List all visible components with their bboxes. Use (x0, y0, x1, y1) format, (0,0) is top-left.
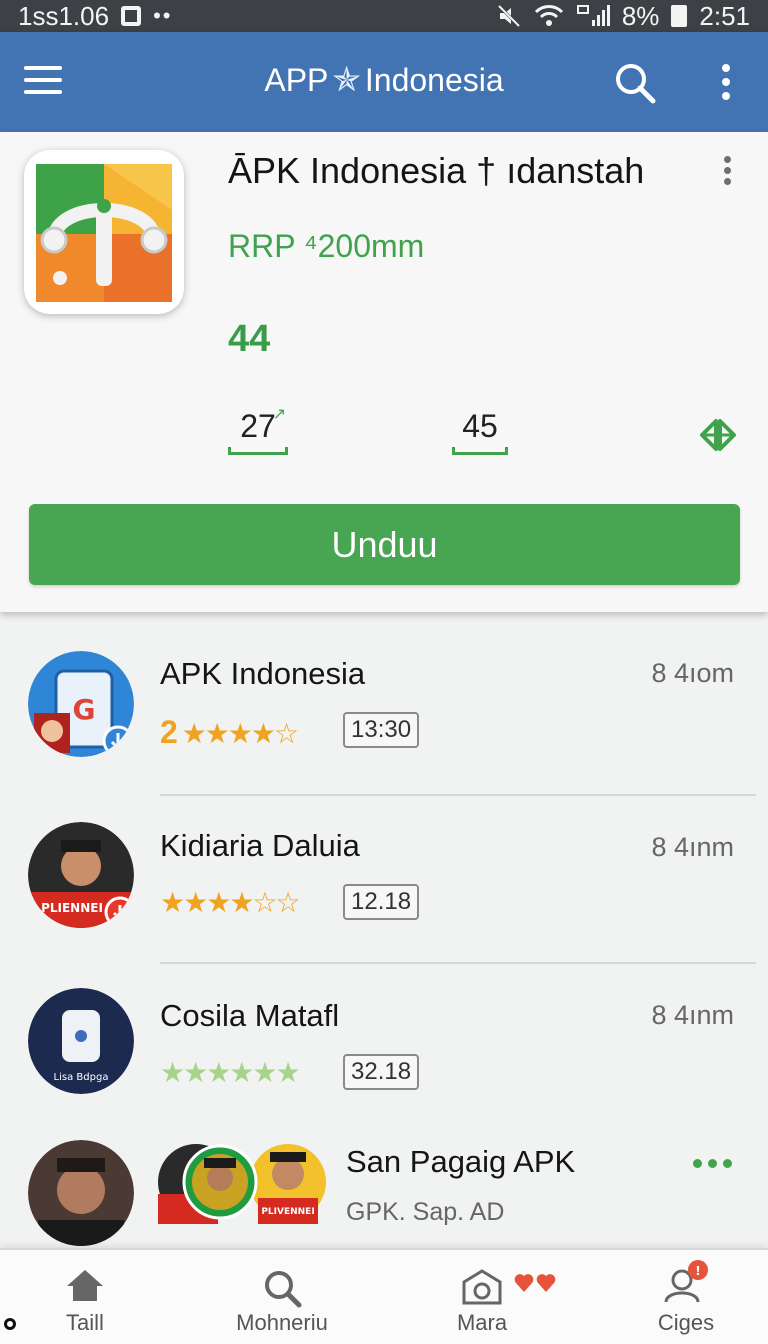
status-right: 8% 2:51 (496, 1, 750, 32)
rating-stars: ★★★★☆☆ (160, 886, 301, 919)
nav-label: Mara (456, 1310, 508, 1335)
svg-text:!: ! (695, 1264, 700, 1278)
bottom-nav: Taill Mohneriu Mara ! Ciges (0, 1248, 768, 1344)
featured-rating: 44 (228, 318, 271, 360)
featured-price: RRP ⁴200mm (228, 228, 425, 264)
star-icon: ★★★★★★ (160, 1057, 301, 1088)
app-time: 8 4ınm (651, 1000, 734, 1030)
camera-icon (462, 1269, 502, 1305)
time-badge: 32.18 (343, 1054, 420, 1090)
list-item[interactable]: PLIENNEI Kidiaria Daluia 8 4ınm ★★★★☆☆ 1… (0, 806, 768, 966)
list-item[interactable]: Lisa Bdpga Cosila Matafl 8 4ınm ★★★★★★ 3… (0, 974, 768, 1134)
nav-label: Taill (66, 1310, 104, 1335)
time-badge: 12.18 (343, 884, 420, 920)
featured-app-card: ĀPK Indonesia † ıdanstah RRP ⁴200mm 44 2… (0, 132, 768, 612)
stat-reviews: 45 (452, 408, 508, 455)
search-icon[interactable] (612, 60, 658, 106)
stat-value: 45 (462, 408, 498, 444)
app-time: 8 4ıom (651, 658, 734, 688)
list-item[interactable]: G APK Indonesia 8 4ıom 2 ★★★★☆ 13:30 (0, 636, 768, 796)
wifi-icon (534, 4, 564, 28)
corner-dot (4, 1318, 16, 1330)
battery-percent: 8% (621, 0, 660, 31)
status-text: 1ss1.06 (18, 0, 110, 31)
signal-icon (576, 4, 610, 28)
stat-underline (452, 447, 508, 455)
divider (160, 794, 756, 796)
divider (160, 962, 756, 964)
app-icon[interactable]: PLIENNEI (28, 822, 134, 928)
avatar-shirt-text: PLIENNEI (41, 901, 103, 915)
app-icon[interactable] (28, 1140, 134, 1246)
featured-app-title[interactable]: ĀPK Indonesia † ıdanstah (228, 150, 644, 192)
nav-search[interactable]: Mohneriu (230, 1250, 334, 1344)
nav-label: Ciges (657, 1310, 715, 1335)
app-name: Kidiaria Daluia (160, 828, 360, 863)
download-button[interactable]: Unduu (29, 504, 740, 585)
rating-stars: ★★★★★★ (160, 1056, 301, 1089)
home-icon (67, 1270, 103, 1301)
more-vert-icon[interactable] (708, 58, 744, 108)
star-half-icon: ★ (229, 887, 254, 918)
time-badge: 13:30 (343, 712, 420, 748)
star-logo-icon: ✯ (332, 61, 361, 99)
star-outline-icon: ☆☆ (252, 887, 300, 918)
featured-more-icon[interactable] (716, 154, 740, 190)
status-left: 1ss1.06 •• (18, 1, 172, 32)
avatar-group[interactable]: PLIVENNEI (158, 1142, 328, 1224)
nav-home[interactable]: Taill (40, 1250, 130, 1344)
svg-text:G: G (73, 693, 96, 726)
nav-profile[interactable]: ! Ciges (646, 1250, 726, 1344)
app-subtitle: GPK. Sap. AD (346, 1198, 505, 1226)
app-name: Cosila Matafl (160, 998, 340, 1033)
star-icon: ★★★ (160, 887, 231, 918)
app-name: APK Indonesia (160, 656, 366, 691)
nav-label: Mohneriu (236, 1310, 328, 1335)
app-title-left: APP (264, 61, 329, 98)
stat-downloads: 27 ↗ (228, 406, 288, 455)
star-half-icon: ★ (250, 718, 276, 749)
app-icon[interactable]: G (28, 651, 134, 757)
star-icon: ★★★ (181, 718, 253, 749)
app-icon[interactable]: Lisa Bdpga (28, 988, 134, 1094)
nav-camera[interactable]: Mara (440, 1250, 524, 1344)
trend-up-icon: ↗ (272, 406, 286, 423)
featured-app-icon[interactable] (24, 150, 184, 314)
star-outline-icon: ☆ (274, 718, 299, 749)
avatar-label-text: Lisa Bdpga (54, 1072, 109, 1083)
app-title-right: Indonesia (364, 61, 504, 98)
mute-icon (496, 3, 522, 29)
battery-icon (671, 5, 688, 27)
status-bar: 1ss1.06 •• 8% 2:51 (0, 0, 768, 32)
app-name[interactable]: San Pagaig APK (346, 1144, 575, 1180)
avatar-shirt-text: PLIVENNEI (261, 1207, 314, 1217)
more-horiz-icon[interactable] (693, 1156, 733, 1170)
share-icon[interactable] (698, 415, 738, 455)
profile-icon: ! (664, 1260, 708, 1303)
app-time: 8 4ınm (651, 832, 734, 862)
clock: 2:51 (699, 0, 750, 31)
rating-prefix: 2 (160, 714, 178, 750)
hearts-icon (514, 1272, 556, 1299)
stat-underline (228, 447, 288, 455)
more-notifications-icon: •• (153, 3, 173, 28)
rating-stars: 2 ★★★★☆ (160, 714, 299, 751)
notification-icon (121, 6, 142, 26)
search-icon (265, 1271, 302, 1308)
app-bar: APP ✯ Indonesia (0, 32, 768, 132)
